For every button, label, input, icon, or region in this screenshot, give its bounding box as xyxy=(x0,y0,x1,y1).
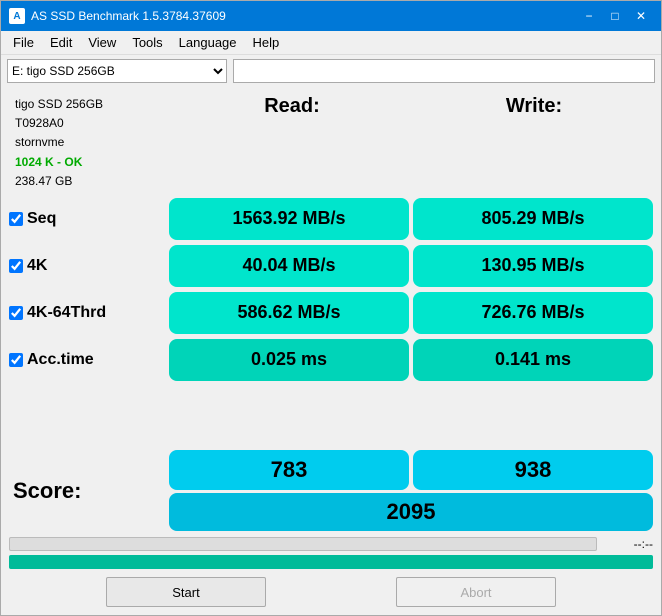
title-bar: A AS SSD Benchmark 1.5.3784.37609 − □ ✕ xyxy=(1,1,661,31)
read-header: Read: xyxy=(173,91,411,195)
toolbar: E: tigo SSD 256GB xyxy=(1,55,661,87)
score-values: 783 938 2095 xyxy=(169,450,653,531)
4k-write-cell: 130.95 MB/s xyxy=(413,245,653,287)
menu-edit[interactable]: Edit xyxy=(42,33,80,52)
top-section: tigo SSD 256GB T0928A0 stornvme 1024 K -… xyxy=(9,91,653,195)
menu-file[interactable]: File xyxy=(5,33,42,52)
button-row: Start Abort xyxy=(1,573,661,615)
4k-label: 4K xyxy=(9,257,165,275)
minimize-button[interactable]: − xyxy=(577,6,601,26)
acctime-label: Acc.time xyxy=(9,351,165,369)
progress-row: --:-- xyxy=(9,537,653,551)
app-icon: A xyxy=(9,8,25,24)
score-read-write-row: 783 938 xyxy=(169,450,653,490)
maximize-button[interactable]: □ xyxy=(603,6,627,26)
table-row: 4K 40.04 MB/s 130.95 MB/s xyxy=(9,244,653,288)
menu-help[interactable]: Help xyxy=(245,33,288,52)
score-write-cell: 938 xyxy=(413,450,653,490)
results-header: Read: Write: xyxy=(173,91,653,195)
search-input[interactable] xyxy=(233,59,655,83)
device-name: tigo SSD 256GB xyxy=(15,95,163,114)
4k64-read-cell: 586.62 MB/s xyxy=(169,292,409,334)
table-row: Acc.time 0.025 ms 0.141 ms xyxy=(9,338,653,382)
device-driver: stornvme xyxy=(15,133,163,152)
menu-view[interactable]: View xyxy=(80,33,124,52)
4k64-checkbox[interactable] xyxy=(9,306,23,320)
seq-checkbox[interactable] xyxy=(9,212,23,226)
acctime-write-cell: 0.141 ms xyxy=(413,339,653,381)
score-total-cell: 2095 xyxy=(169,493,653,531)
drive-select[interactable]: E: tigo SSD 256GB xyxy=(7,59,227,83)
4k64-label: 4K-64Thrd xyxy=(9,304,165,322)
menu-tools[interactable]: Tools xyxy=(124,33,170,52)
seq-read-cell: 1563.92 MB/s xyxy=(169,198,409,240)
table-row: Seq 1563.92 MB/s 805.29 MB/s xyxy=(9,197,653,241)
device-size: 238.47 GB xyxy=(15,172,163,191)
device-status: 1024 K - OK xyxy=(15,153,163,172)
table-row: 4K-64Thrd 586.62 MB/s 726.76 MB/s xyxy=(9,291,653,335)
score-label: Score: xyxy=(9,450,165,531)
progress-time: --:-- xyxy=(603,537,653,551)
4k64-write-cell: 726.76 MB/s xyxy=(413,292,653,334)
acctime-read-cell: 0.025 ms xyxy=(169,339,409,381)
score-read-cell: 783 xyxy=(169,450,409,490)
status-bar xyxy=(9,555,653,569)
start-button[interactable]: Start xyxy=(106,577,266,607)
score-section: Score: 783 938 2095 xyxy=(9,450,653,531)
abort-button[interactable]: Abort xyxy=(396,577,556,607)
close-button[interactable]: ✕ xyxy=(629,6,653,26)
menu-language[interactable]: Language xyxy=(171,33,245,52)
4k-checkbox[interactable] xyxy=(9,259,23,273)
4k-read-cell: 40.04 MB/s xyxy=(169,245,409,287)
seq-label: Seq xyxy=(9,210,165,228)
progress-bar-container xyxy=(9,537,597,551)
device-info: tigo SSD 256GB T0928A0 stornvme 1024 K -… xyxy=(9,91,169,195)
device-model: T0928A0 xyxy=(15,114,163,133)
main-window: A AS SSD Benchmark 1.5.3784.37609 − □ ✕ … xyxy=(0,0,662,616)
menu-bar: File Edit View Tools Language Help xyxy=(1,31,661,55)
write-header: Write: xyxy=(415,91,653,195)
window-title: AS SSD Benchmark 1.5.3784.37609 xyxy=(31,9,577,23)
seq-write-cell: 805.29 MB/s xyxy=(413,198,653,240)
progress-section: --:-- xyxy=(9,537,653,551)
acctime-checkbox[interactable] xyxy=(9,353,23,367)
main-content: tigo SSD 256GB T0928A0 stornvme 1024 K -… xyxy=(1,87,661,555)
title-bar-controls: − □ ✕ xyxy=(577,6,653,26)
data-table: Seq 1563.92 MB/s 805.29 MB/s 4K 40.04 MB… xyxy=(9,197,653,446)
